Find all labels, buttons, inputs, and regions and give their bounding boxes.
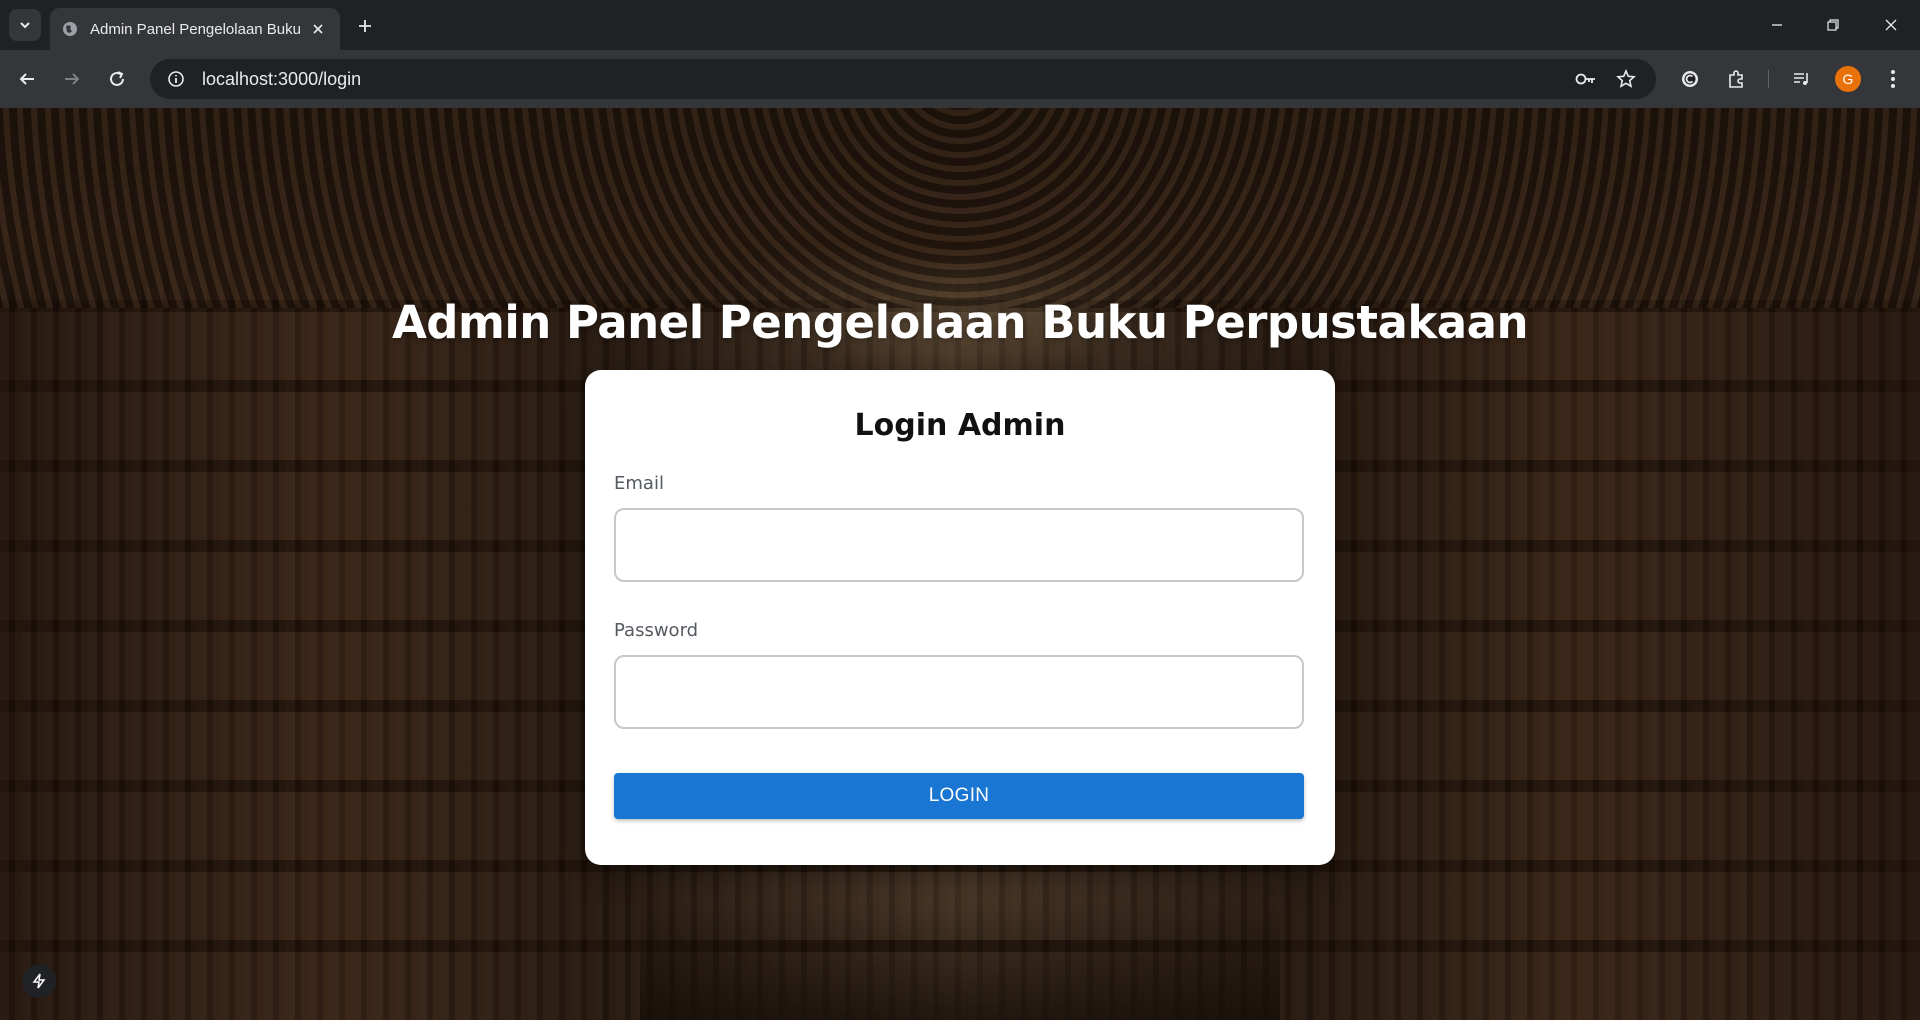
more-vert-icon[interactable] [1879, 65, 1907, 93]
page-viewport: Admin Panel Pengelolaan Buku Perpustakaa… [0, 108, 1920, 1020]
password-label: Password [614, 620, 699, 641]
floating-action-button[interactable] [22, 964, 56, 998]
back-arrow-icon [19, 73, 34, 85]
star-icon[interactable] [1614, 67, 1638, 91]
close-icon[interactable] [308, 19, 328, 39]
address-bar[interactable]: localhost:3000/login [150, 59, 1656, 99]
back-button[interactable] [11, 63, 43, 95]
tab-strip: Admin Panel Pengelolaan Buku Perpustakaa… [0, 0, 1920, 50]
login-card: Login Admin Email Password LOGIN [585, 370, 1335, 865]
bolt-icon [32, 973, 46, 989]
media-control-icon[interactable] [1788, 65, 1816, 93]
info-icon[interactable] [164, 67, 188, 91]
minimize-icon [1772, 24, 1782, 26]
email-label: Email [614, 473, 664, 494]
forward-button[interactable] [56, 63, 88, 95]
window-close-icon [1885, 19, 1897, 31]
restore-button[interactable] [1820, 12, 1846, 38]
browser-toolbar: localhost:3000/login G [0, 50, 1920, 108]
login-title: Login Admin [854, 408, 1066, 443]
globe-icon [62, 21, 78, 37]
tab-title: Admin Panel Pengelolaan Buku Perpustakaa… [90, 20, 300, 38]
profile-avatar[interactable]: G [1835, 66, 1861, 92]
password-input[interactable] [614, 655, 1304, 729]
window-close-button[interactable] [1878, 12, 1904, 38]
forward-arrow-icon [65, 73, 80, 85]
restore-icon [1827, 19, 1839, 31]
page-title: Admin Panel Pengelolaan Buku Perpustakaa… [391, 296, 1529, 349]
tab-search-button[interactable] [9, 9, 41, 41]
url-text: localhost:3000/login [202, 68, 362, 89]
browser-tab[interactable]: Admin Panel Pengelolaan Buku Perpustakaa… [50, 8, 340, 50]
plus-icon [359, 20, 371, 32]
minimize-button[interactable] [1764, 12, 1790, 38]
email-input[interactable] [614, 508, 1304, 582]
login-button[interactable]: LOGIN [614, 773, 1304, 819]
extension-c-icon[interactable] [1676, 65, 1704, 93]
puzzle-icon[interactable] [1722, 65, 1750, 93]
chevron-down-icon [20, 22, 30, 29]
new-tab-button[interactable] [352, 13, 378, 39]
key-icon[interactable] [1574, 67, 1598, 91]
toolbar-separator [1768, 70, 1769, 88]
reload-icon [110, 71, 124, 86]
reload-button[interactable] [101, 63, 133, 95]
